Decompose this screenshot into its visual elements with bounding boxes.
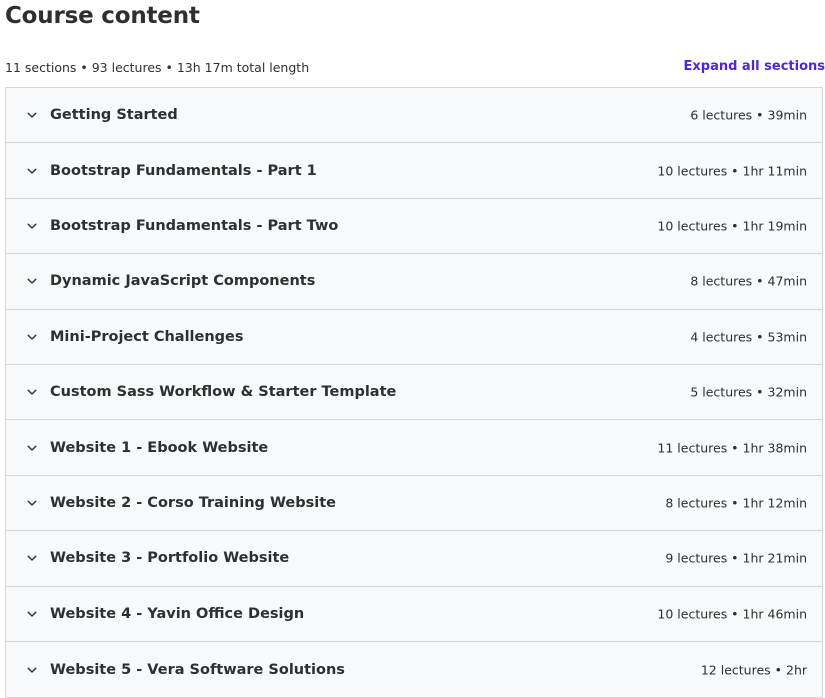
section-title: Website 2 - Corso Training Website bbox=[50, 494, 337, 511]
chevron-down-icon bbox=[26, 220, 38, 232]
section-meta: 8 lectures • 1hr 12min bbox=[665, 495, 807, 511]
chevron-down-icon bbox=[26, 275, 38, 287]
section-meta: 5 lectures • 32min bbox=[690, 384, 807, 400]
chevron-down-icon bbox=[26, 331, 38, 343]
section-title: Bootstrap Fundamentals - Part 1 bbox=[50, 162, 317, 179]
section-meta: 12 lectures • 2hr bbox=[700, 662, 807, 678]
section-header[interactable]: Website 1 - Ebook Website 11 lectures • 1… bbox=[6, 420, 822, 476]
section-title: Dynamic JavaScript Components bbox=[50, 273, 316, 290]
chevron-down-icon bbox=[26, 109, 38, 121]
section-meta: 8 lectures • 47min bbox=[690, 273, 807, 289]
page-title: Course content bbox=[5, 3, 200, 29]
section-title: Getting Started bbox=[50, 107, 178, 124]
section-header[interactable]: Custom Sass Workflow & Starter Template 5… bbox=[6, 364, 822, 421]
section-header[interactable]: Website 2 - Corso Training Website 8 lect… bbox=[6, 475, 822, 532]
section-title: Custom Sass Workflow & Starter Template bbox=[50, 384, 397, 401]
section-title: Website 3 - Portfolio Website bbox=[50, 550, 290, 567]
chevron-down-icon bbox=[26, 664, 38, 676]
course-content-panel: Course content 11 sections • 93 lectures… bbox=[0, 0, 825, 698]
section-header[interactable]: Mini-Project Challenges 4 lectures • 53mi… bbox=[6, 309, 822, 365]
section-meta: 10 lectures • 1hr 19min bbox=[657, 218, 807, 234]
section-header[interactable]: Website 4 - Yavin Office Design 10 lectur… bbox=[6, 586, 822, 642]
section-title: Website 1 - Ebook Website bbox=[50, 439, 269, 456]
section-meta: 9 lectures • 1hr 21min bbox=[665, 550, 807, 566]
chevron-down-icon bbox=[26, 608, 38, 620]
section-header[interactable]: Bootstrap Fundamentals - Part Two 10 lect… bbox=[6, 198, 822, 255]
section-title: Website 4 - Yavin Office Design bbox=[50, 605, 305, 622]
chevron-down-icon bbox=[26, 552, 38, 564]
section-header[interactable]: Getting Started 6 lectures • 39min bbox=[6, 88, 822, 144]
expand-all-sections-button[interactable]: Expand all sections bbox=[684, 59, 825, 74]
chevron-down-icon bbox=[26, 386, 38, 398]
chevron-down-icon bbox=[26, 165, 38, 177]
section-header[interactable]: Dynamic JavaScript Components 8 lectures … bbox=[6, 254, 822, 310]
section-list: Getting Started 6 lectures • 39min Bootstr… bbox=[5, 87, 823, 698]
chevron-down-icon bbox=[26, 497, 38, 509]
section-header[interactable]: Bootstrap Fundamentals - Part 1 10 lectur… bbox=[6, 143, 822, 199]
section-meta: 4 lectures • 53min bbox=[690, 329, 807, 345]
section-meta: 6 lectures • 39min bbox=[690, 107, 807, 123]
section-meta: 10 lectures • 1hr 46min bbox=[657, 606, 807, 622]
course-summary: 11 sections • 93 lectures • 13h 17m tota… bbox=[5, 60, 310, 75]
section-meta: 11 lectures • 1hr 38min bbox=[657, 440, 807, 456]
section-title: Mini-Project Challenges bbox=[50, 328, 244, 345]
section-meta: 10 lectures • 1hr 11min bbox=[657, 163, 807, 179]
chevron-down-icon bbox=[26, 442, 38, 454]
section-header[interactable]: Website 3 - Portfolio Website 9 lectures … bbox=[6, 531, 822, 587]
summary-row: 11 sections • 93 lectures • 13h 17m tota… bbox=[5, 59, 825, 77]
section-title: Website 5 - Vera Software Solutions bbox=[50, 661, 345, 678]
section-header[interactable]: Website 5 - Vera Software Solutions 12 le… bbox=[6, 641, 822, 698]
section-title: Bootstrap Fundamentals - Part Two bbox=[50, 217, 339, 234]
